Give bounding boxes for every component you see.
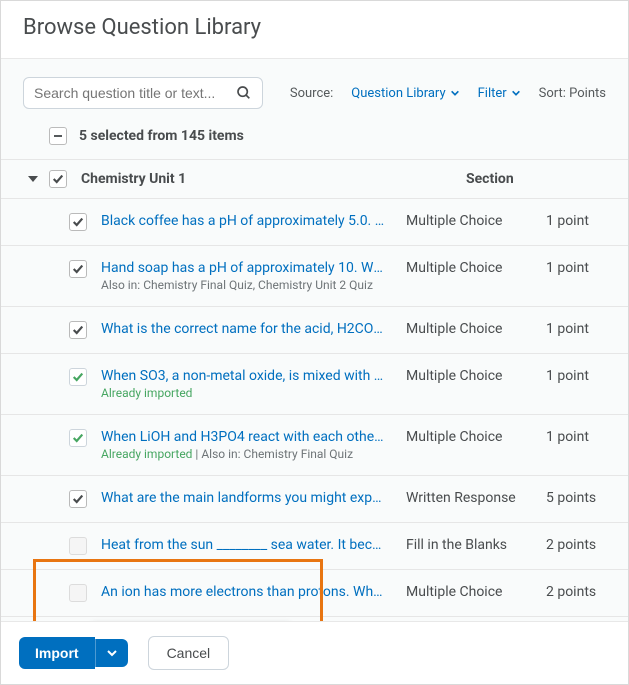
question-points: 2 points [546, 584, 606, 600]
chevron-down-icon [450, 88, 460, 98]
question-points: 1 point [546, 321, 606, 337]
question-points: 2 points [546, 537, 606, 553]
question-title[interactable]: When SO3, a non-metal oxide, is mixed wi… [101, 368, 386, 384]
sort-dropdown[interactable]: Sort: Points [539, 86, 606, 101]
already-imported-label: Already imported [101, 447, 192, 461]
question-points: 1 point [546, 368, 606, 384]
already-imported-label: Already imported [101, 386, 192, 400]
question-row: What is the correct name for the acid, H… [1, 306, 628, 353]
question-title[interactable]: Heat from the sun ________ sea water. It… [101, 537, 386, 553]
question-type: Multiple Choice [406, 584, 546, 600]
question-row: If an atom has 16 protons and 18 electro… [1, 616, 628, 622]
source-dropdown[interactable]: Question Library [351, 86, 459, 101]
question-subtext: Also in: Chemistry Final Quiz, Chemistry… [101, 278, 386, 292]
selection-summary-row: 5 selected from 145 items [1, 119, 628, 159]
question-type: Multiple Choice [406, 429, 546, 445]
search-box[interactable] [23, 77, 263, 109]
cancel-button[interactable]: Cancel [148, 636, 230, 670]
row-checkbox[interactable] [69, 429, 87, 447]
column-type-header: Section [466, 171, 606, 187]
question-title[interactable]: An ion has more electrons than protons. … [101, 584, 386, 600]
section-name[interactable]: Chemistry Unit 1 [81, 171, 466, 187]
chevron-down-icon [106, 647, 118, 659]
toolbar: Source: Question Library Filter Sort: Po… [1, 59, 628, 119]
source-value: Question Library [351, 86, 445, 101]
check-icon [72, 432, 84, 444]
row-checkbox[interactable] [69, 260, 87, 278]
search-icon[interactable] [236, 85, 252, 101]
question-type: Multiple Choice [406, 260, 546, 276]
sort-label: Sort: Points [539, 86, 606, 101]
question-row: Black coffee has a pH of approximately 5… [1, 198, 628, 245]
question-title[interactable]: Hand soap has a pH of approximately 10. … [101, 260, 386, 276]
question-points: 5 points [546, 490, 606, 506]
question-subtext: Already imported | Also in: Chemistry Fi… [101, 447, 386, 461]
question-title[interactable]: What is the correct name for the acid, H… [101, 321, 386, 337]
row-checkbox[interactable] [69, 213, 87, 231]
search-input[interactable] [34, 85, 236, 101]
question-row: What are the main landforms you might ex… [1, 475, 628, 522]
page-title: Browse Question Library [1, 1, 628, 58]
select-all-checkbox[interactable] [49, 127, 67, 145]
row-checkbox[interactable] [69, 490, 87, 508]
row-checkbox [69, 584, 87, 602]
import-dropdown-button[interactable] [95, 639, 128, 667]
row-checkbox [69, 537, 87, 555]
question-subtext: Already imported [101, 386, 386, 400]
question-type: Fill in the Blanks [406, 537, 546, 553]
section-checkbox[interactable] [49, 170, 67, 188]
minus-icon [54, 135, 62, 137]
source-label: Source: [290, 86, 333, 101]
footer: Import Cancel [1, 622, 628, 684]
check-icon [52, 173, 64, 185]
question-type: Multiple Choice [406, 321, 546, 337]
question-title[interactable]: What are the main landforms you might ex… [101, 490, 386, 506]
question-type: Multiple Choice [406, 368, 546, 384]
question-row: An ion has more electrons than protons. … [1, 569, 628, 616]
import-button[interactable]: Import [19, 637, 95, 669]
check-icon [72, 371, 84, 383]
question-points: 1 point [546, 260, 606, 276]
chevron-down-icon [511, 88, 521, 98]
filter-label: Filter [478, 86, 507, 101]
row-checkbox[interactable] [69, 321, 87, 339]
check-icon [72, 263, 84, 275]
check-icon [72, 324, 84, 336]
question-row: Hand soap has a pH of approximately 10. … [1, 245, 628, 306]
question-points: 1 point [546, 429, 606, 445]
question-type: Multiple Choice [406, 213, 546, 229]
section-header: Chemistry Unit 1 Section [1, 159, 628, 198]
question-row: When LiOH and H3PO4 react with each othe… [1, 414, 628, 475]
question-row: When SO3, a non-metal oxide, is mixed wi… [1, 353, 628, 414]
check-icon [72, 216, 84, 228]
question-type: Written Response [406, 490, 546, 506]
question-title[interactable]: When LiOH and H3PO4 react with each othe… [101, 429, 386, 445]
check-icon [72, 493, 84, 505]
question-title[interactable]: Black coffee has a pH of approximately 5… [101, 213, 386, 229]
collapse-caret[interactable] [27, 173, 39, 185]
caret-down-icon [27, 173, 39, 185]
row-checkbox[interactable] [69, 368, 87, 386]
filter-dropdown[interactable]: Filter [478, 86, 521, 101]
question-row: Heat from the sun ________ sea water. It… [1, 522, 628, 569]
question-points: 1 point [546, 213, 606, 229]
selection-summary-text: 5 selected from 145 items [79, 128, 244, 144]
